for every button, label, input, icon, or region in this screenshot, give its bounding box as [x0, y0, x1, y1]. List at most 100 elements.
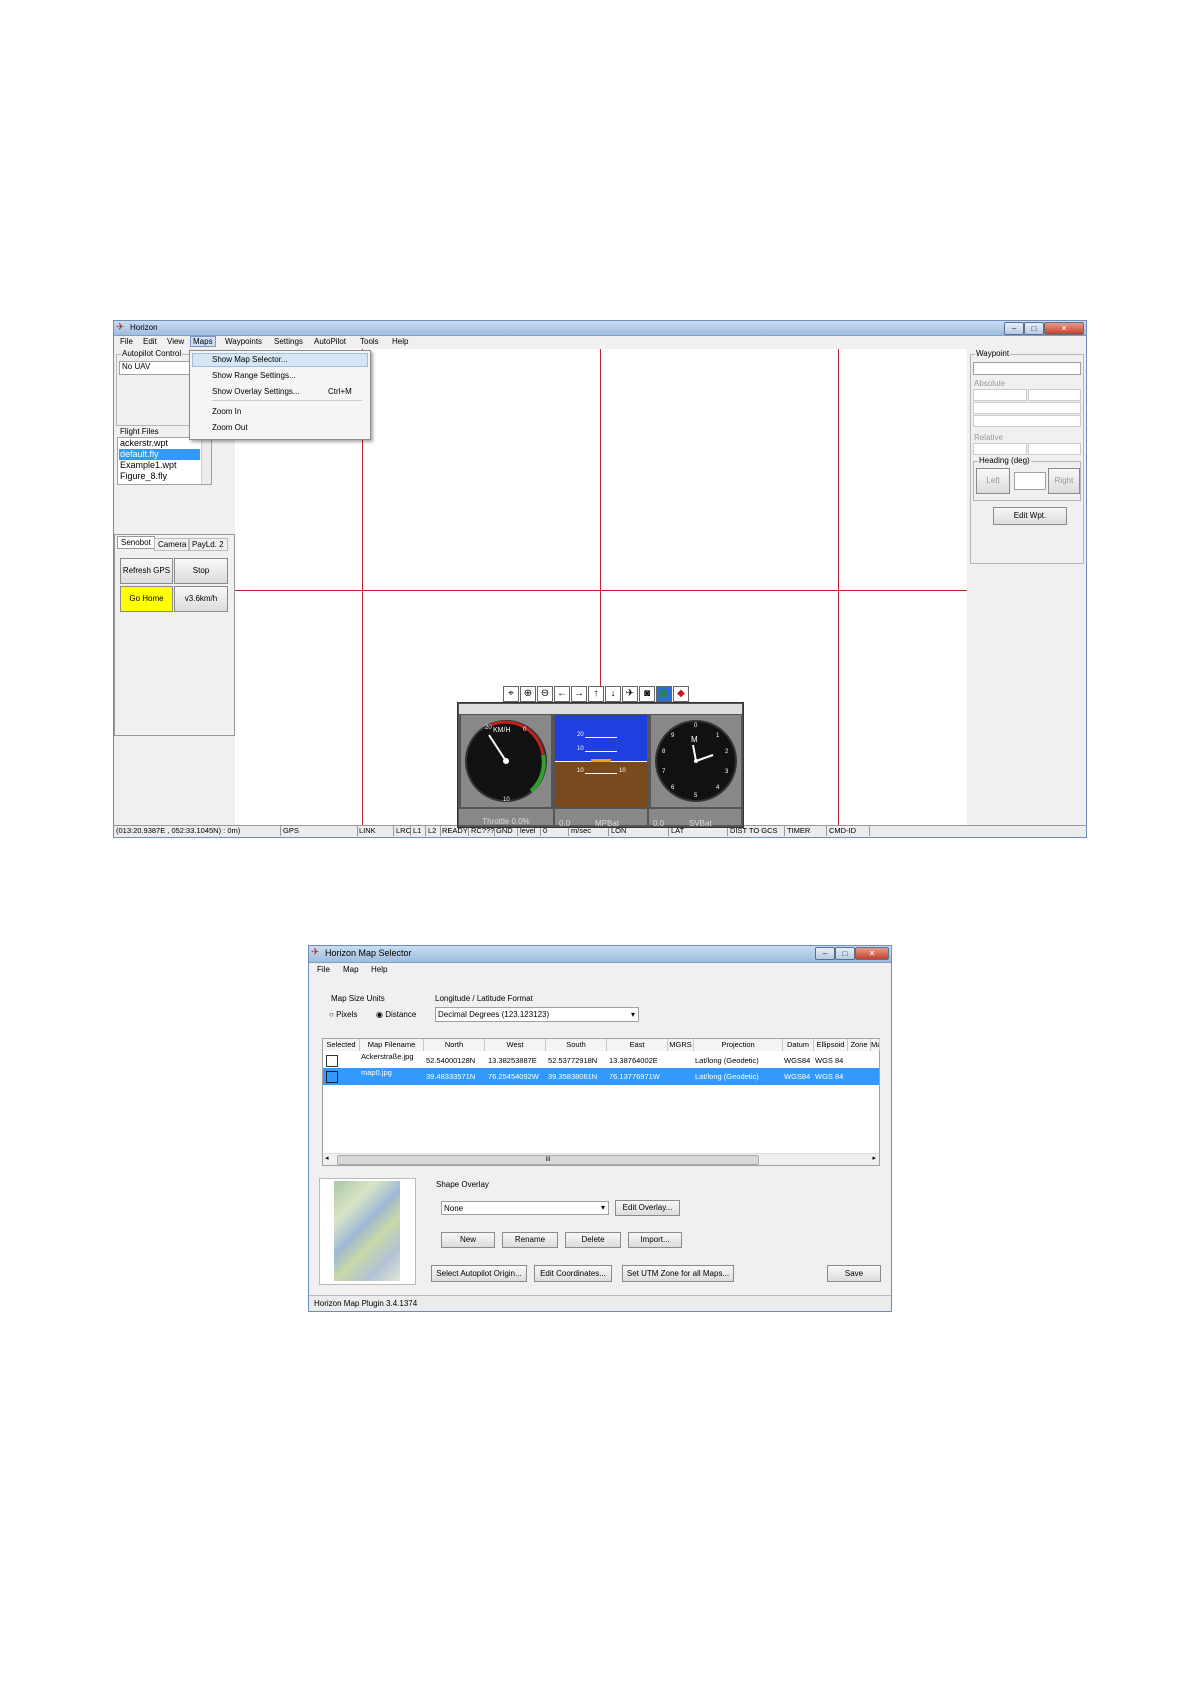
title-bar[interactable]: ✈ Horizon – □ ✕ [114, 321, 1086, 336]
absolute-radio[interactable]: Absolute [974, 379, 1005, 388]
menu-edit[interactable]: Edit [141, 337, 159, 346]
heading-input[interactable] [1014, 472, 1046, 490]
col-filename[interactable]: Map Filename [360, 1039, 424, 1051]
edit-overlay-button[interactable]: Edit Overlay... [615, 1200, 680, 1216]
menu-file[interactable]: File [315, 965, 332, 974]
table-row[interactable]: Ackerstraße.jpg 52.54000128N 13.38253887… [323, 1051, 879, 1068]
refresh-gps-button[interactable]: Refresh GPS [120, 558, 173, 584]
table-hscrollbar[interactable]: ◂ III ▸ [323, 1153, 879, 1165]
list-scrollbar[interactable] [201, 438, 211, 484]
list-item-selected[interactable]: default.fly [119, 449, 200, 460]
col-projection[interactable]: Projection [694, 1039, 783, 1051]
rel-field-2[interactable] [1028, 443, 1081, 455]
title-bar[interactable]: ✈ Horizon Map Selector – □ ✕ [309, 946, 891, 963]
delete-button[interactable]: Delete [565, 1232, 621, 1248]
col-zone[interactable]: Zone [848, 1039, 871, 1051]
heading-right-button[interactable]: Right [1048, 468, 1080, 494]
zoom-out-icon[interactable]: ⊖ [537, 686, 553, 702]
abs-field-4[interactable] [973, 415, 1081, 427]
arrow-right-icon[interactable]: → [571, 686, 587, 702]
new-button[interactable]: New [441, 1232, 495, 1248]
map-layer-icon[interactable]: ▦ [656, 686, 672, 702]
scroll-thumb[interactable]: III [337, 1155, 759, 1165]
zoom-out-item[interactable]: Zoom Out [212, 423, 248, 432]
arrow-left-icon[interactable]: ← [554, 686, 570, 702]
camera-icon[interactable]: ◙ [639, 686, 655, 702]
menu-bar: File Map Help [309, 964, 891, 976]
show-overlay-settings-item[interactable]: Show Overlay Settings... [212, 387, 300, 396]
menu-view[interactable]: View [165, 337, 186, 346]
menu-autopilot[interactable]: AutoPilot [312, 337, 348, 346]
col-north[interactable]: North [424, 1039, 485, 1051]
zoom-in-item[interactable]: Zoom In [212, 407, 241, 416]
plane-icon[interactable]: ✈ [622, 686, 638, 702]
abs-field-1[interactable] [973, 389, 1027, 401]
menu-map[interactable]: Map [341, 965, 361, 974]
menu-tools[interactable]: Tools [358, 337, 381, 346]
import-button[interactable]: Import... [628, 1232, 682, 1248]
menu-file[interactable]: File [118, 337, 135, 346]
clock-num: 4 [716, 785, 720, 791]
menu-waypoints[interactable]: Waypoints [223, 337, 264, 346]
col-east[interactable]: East [607, 1039, 668, 1051]
stop-icon[interactable]: ◆ [673, 686, 689, 702]
flight-files-list[interactable]: ackerstr.wpt default.fly Example1.wpt Fi… [117, 437, 212, 485]
speed-button[interactable]: v3.6km/h [174, 586, 228, 612]
list-item[interactable]: Example1.wpt [120, 460, 177, 471]
list-item[interactable]: ackerstr.wpt [120, 438, 168, 449]
set-utm-zone-button[interactable]: Set UTM Zone for all Maps... [622, 1265, 734, 1282]
col-mgrs[interactable]: MGRS [668, 1039, 694, 1051]
edit-waypoint-button[interactable]: Edit Wpt. [993, 507, 1067, 525]
rel-field-1[interactable] [973, 443, 1027, 455]
row-checkbox[interactable] [326, 1055, 338, 1067]
col-south[interactable]: South [546, 1039, 607, 1051]
maximize-button[interactable]: □ [835, 947, 855, 960]
heading-left-button[interactable]: Left [976, 468, 1010, 494]
save-button[interactable]: Save [827, 1265, 881, 1282]
table-row-selected[interactable]: map0.jpg 39.48333571N 76.25454092W 39.35… [323, 1068, 879, 1085]
row-checkbox[interactable] [326, 1071, 338, 1083]
col-map[interactable]: Map [871, 1039, 880, 1051]
minimize-button[interactable]: – [815, 947, 835, 960]
pixels-radio[interactable]: ○ Pixels [329, 1010, 357, 1019]
maximize-button[interactable]: □ [1024, 322, 1044, 335]
arrow-up-icon[interactable]: ↑ [588, 686, 604, 702]
mpbat-value: 0.0 [559, 819, 571, 828]
arrow-down-icon[interactable]: ↓ [605, 686, 621, 702]
go-home-button[interactable]: Go Home [120, 586, 173, 612]
relative-radio[interactable]: Relative [974, 433, 1003, 442]
abs-field-2[interactable] [1028, 389, 1081, 401]
scroll-right-icon[interactable]: ▸ [872, 1154, 876, 1162]
cell-ellipsoid: WGS 84 [815, 1056, 844, 1065]
distance-radio[interactable]: ◉ Distance [376, 1010, 416, 1019]
menu-settings[interactable]: Settings [272, 337, 305, 346]
waypoint-select[interactable] [973, 362, 1081, 375]
center-icon[interactable]: ⌖ [503, 686, 519, 702]
menu-help[interactable]: Help [369, 965, 389, 974]
scroll-left-icon[interactable]: ◂ [325, 1154, 329, 1162]
col-datum[interactable]: Datum [783, 1039, 814, 1051]
stop-button[interactable]: Stop [174, 558, 228, 584]
close-button[interactable]: ✕ [1044, 322, 1084, 335]
col-ellipsoid[interactable]: Ellipsoid [814, 1039, 848, 1051]
zoom-in-icon[interactable]: ⊕ [520, 686, 536, 702]
select-autopilot-origin-button[interactable]: Select Autopilot Origin... [431, 1265, 527, 1282]
show-map-selector-item[interactable]: Show Map Selector... [212, 355, 288, 364]
show-range-settings-item[interactable]: Show Range Settings... [212, 371, 296, 380]
tab-senobot[interactable]: Senobot [117, 536, 155, 549]
rename-button[interactable]: Rename [502, 1232, 558, 1248]
edit-coordinates-button[interactable]: Edit Coordinates... [534, 1265, 612, 1282]
maps-table[interactable]: Selected Map Filename North West South E… [322, 1038, 880, 1166]
minimize-button[interactable]: – [1004, 322, 1024, 335]
tab-camera[interactable]: Camera [154, 538, 191, 551]
abs-field-3[interactable] [973, 402, 1081, 414]
close-button[interactable]: ✕ [855, 947, 889, 960]
col-west[interactable]: West [485, 1039, 546, 1051]
overlay-select[interactable]: None ▾ [441, 1201, 609, 1215]
list-item[interactable]: Figure_8.fly [120, 471, 167, 482]
lon-lat-format-select[interactable]: Decimal Degrees (123.123123) ▾ [435, 1007, 639, 1022]
menu-maps[interactable]: Maps [190, 336, 216, 347]
menu-help[interactable]: Help [390, 337, 410, 346]
tab-payload-2[interactable]: PayLd. 2 [188, 538, 228, 551]
col-selected[interactable]: Selected [323, 1039, 360, 1051]
